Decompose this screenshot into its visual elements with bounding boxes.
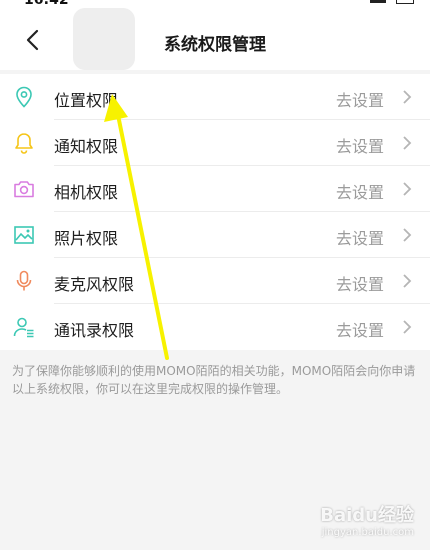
status-time: 16:42 xyxy=(24,0,69,8)
chevron-right-icon xyxy=(403,320,412,334)
signal-icon xyxy=(370,0,386,3)
permission-row-contacts[interactable]: 通讯录权限 去设置 xyxy=(0,304,430,350)
contacts-icon xyxy=(13,317,34,338)
chevron-right-icon xyxy=(403,182,412,196)
page-title: 系统权限管理 xyxy=(164,35,266,55)
permission-action[interactable]: 去设置 xyxy=(336,225,384,249)
permission-action[interactable]: 去设置 xyxy=(336,133,384,157)
permission-row-photos[interactable]: 照片权限 去设置 xyxy=(0,212,430,258)
image-icon xyxy=(14,226,34,244)
permission-label: 照片权限 xyxy=(54,229,119,248)
permission-list: 位置权限 去设置 通知权限 去设置 相机权限 去设置 照片权限 去设置 麦克风权… xyxy=(0,74,430,350)
footer-note: 为了保障你能够顺利的使用MOMO陌陌的相关功能，MOMO陌陌会向你申请以上系统权… xyxy=(12,364,416,396)
permission-label: 位置权限 xyxy=(54,91,119,110)
permission-row-location[interactable]: 位置权限 去设置 xyxy=(0,74,430,120)
microphone-icon xyxy=(16,270,32,291)
permission-row-camera[interactable]: 相机权限 去设置 xyxy=(0,166,430,212)
chevron-right-icon xyxy=(403,90,412,104)
status-bar: 16:42 xyxy=(0,0,430,10)
permission-action[interactable]: 去设置 xyxy=(336,271,384,295)
chevron-right-icon xyxy=(403,136,412,150)
chevron-right-icon xyxy=(403,274,412,288)
battery-icon xyxy=(396,0,414,4)
permission-action[interactable]: 去设置 xyxy=(336,317,384,341)
permission-action[interactable]: 去设置 xyxy=(336,179,384,203)
watermark-brand: Baidu经验 xyxy=(320,505,414,526)
watermark-url: jingyan.baidu.com xyxy=(321,527,414,538)
permission-label: 通讯录权限 xyxy=(54,321,135,340)
permission-action[interactable]: 去设置 xyxy=(336,87,384,111)
location-pin-icon xyxy=(16,86,32,108)
chevron-right-icon xyxy=(403,228,412,242)
nav-bar: 系统权限管理 xyxy=(0,8,430,70)
watermark: Baidu经验 jingyan.baidu.com xyxy=(320,501,414,538)
permission-label: 麦克风权限 xyxy=(54,275,135,294)
permission-row-notification[interactable]: 通知权限 去设置 xyxy=(0,120,430,166)
permission-label: 通知权限 xyxy=(54,137,119,156)
camera-icon xyxy=(14,181,34,198)
permission-row-microphone[interactable]: 麦克风权限 去设置 xyxy=(0,258,430,304)
permission-label: 相机权限 xyxy=(54,183,119,202)
bell-icon xyxy=(15,133,33,154)
